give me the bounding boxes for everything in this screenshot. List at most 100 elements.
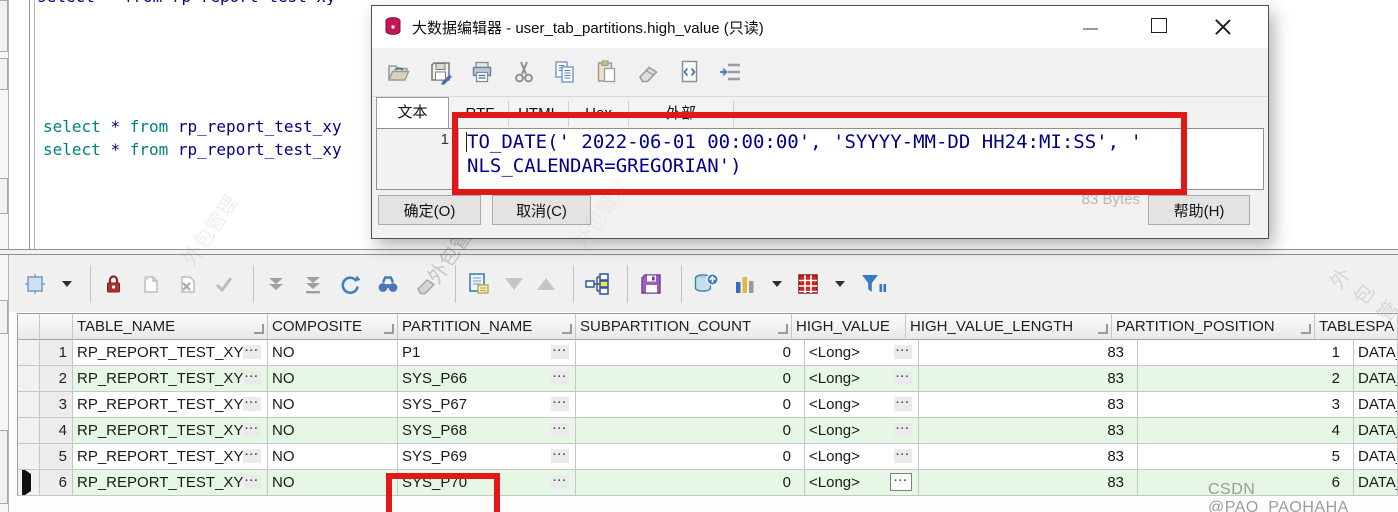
ellipsis-button[interactable] <box>894 423 912 437</box>
minimize-button[interactable] <box>1072 6 1112 44</box>
cell-partition-position[interactable]: 5 <box>1138 444 1354 470</box>
ellipsis-button[interactable] <box>894 449 912 463</box>
cell-high-value[interactable]: <Long> <box>805 444 919 470</box>
column-header-tablespace[interactable]: TABLESPA <box>1315 314 1398 340</box>
xml-icon[interactable] <box>678 59 702 85</box>
insert-record-icon[interactable] <box>138 272 162 296</box>
column-header-high-value-length[interactable]: HIGH_VALUE_LENGTH <box>906 314 1112 340</box>
column-header-table-name[interactable]: TABLE_NAME <box>73 314 268 340</box>
grid-select-icon[interactable] <box>23 272 47 296</box>
ellipsis-button[interactable] <box>551 345 569 359</box>
cell-tablespace[interactable]: DATA_RE <box>1354 392 1398 418</box>
ellipsis-button[interactable] <box>551 423 569 437</box>
paste-icon[interactable] <box>594 59 620 85</box>
row-marker-cell[interactable] <box>18 392 40 418</box>
cell-composite[interactable]: NO <box>268 366 398 392</box>
print-icon[interactable] <box>470 60 496 84</box>
cell-high-value[interactable]: <Long> <box>805 470 919 496</box>
last-page-icon[interactable] <box>301 272 325 296</box>
sql-line[interactable]: select * from rp_report_test_xy <box>43 117 342 136</box>
cell-subpartition-count[interactable]: 0 <box>576 340 805 366</box>
cell-partition-position[interactable]: 6 <box>1138 470 1354 496</box>
cancel-button[interactable]: 取消(C) <box>492 195 591 225</box>
cell-composite[interactable]: NO <box>268 418 398 444</box>
ok-button[interactable]: 确定(O) <box>378 195 481 225</box>
ellipsis-button[interactable] <box>243 423 261 437</box>
cell-partition-name[interactable]: SYS_P68 <box>398 418 576 444</box>
cell-composite[interactable]: NO <box>268 340 398 366</box>
cell-table-name[interactable]: RP_REPORT_TEST_XY <box>73 340 268 366</box>
report-icon[interactable] <box>466 271 492 297</box>
cut-icon[interactable] <box>512 59 536 85</box>
row-marker-cell[interactable] <box>18 366 40 392</box>
cell-table-name[interactable]: RP_REPORT_TEST_XY <box>73 366 268 392</box>
cell-tablespace[interactable]: DATA_RE <box>1354 470 1398 496</box>
column-header-subpartition-count[interactable]: SUBPARTITION_COUNT <box>576 314 792 340</box>
help-button[interactable]: 帮助(H) <box>1148 195 1250 225</box>
column-grip-icon[interactable] <box>778 324 788 334</box>
next-set-icon[interactable] <box>537 278 555 290</box>
export-db-icon[interactable] <box>692 271 720 297</box>
ellipsis-button[interactable] <box>243 397 261 411</box>
open-icon[interactable] <box>386 60 412 84</box>
cell-tablespace[interactable]: DATA_RE <box>1354 444 1398 470</box>
dialog-title-bar[interactable]: 大数据编辑器 - user_tab_partitions.high_value … <box>372 6 1268 48</box>
cell-high-value[interactable]: <Long> <box>805 366 919 392</box>
column-header-partition-name[interactable]: PARTITION_NAME <box>398 314 576 340</box>
ellipsis-button[interactable] <box>243 475 261 489</box>
cell-high-value[interactable]: <Long> <box>805 418 919 444</box>
row-number-cell[interactable]: 6 <box>40 470 73 496</box>
cell-subpartition-count[interactable]: 0 <box>576 470 805 496</box>
column-header-composite[interactable]: COMPOSITE <box>268 314 398 340</box>
row-marker-cell[interactable] <box>18 470 40 496</box>
ellipsis-button[interactable] <box>894 345 912 359</box>
close-button[interactable] <box>1210 6 1250 44</box>
column-header-partition-position[interactable]: PARTITION_POSITION <box>1112 314 1315 340</box>
find-icon[interactable] <box>375 272 401 296</box>
ellipsis-button[interactable] <box>551 371 569 385</box>
matrix-icon[interactable] <box>796 272 820 296</box>
cell-partition-position[interactable]: 1 <box>1138 340 1354 366</box>
ellipsis-button[interactable] <box>894 371 912 385</box>
cell-partition-name[interactable]: SYS_P66 <box>398 366 576 392</box>
save-grid-icon[interactable] <box>638 271 664 297</box>
maximize-button[interactable] <box>1140 6 1180 44</box>
cell-high-value-length[interactable]: 83 <box>919 340 1138 366</box>
erase-icon[interactable] <box>636 60 662 84</box>
ellipsis-button[interactable] <box>894 397 912 411</box>
ellipsis-button[interactable] <box>243 449 261 463</box>
cell-table-name[interactable]: RP_REPORT_TEST_XY <box>73 392 268 418</box>
tree-view-icon[interactable] <box>584 271 610 297</box>
ellipsis-button[interactable] <box>890 473 912 491</box>
chart-icon[interactable] <box>733 272 757 296</box>
filter-icon[interactable] <box>859 271 887 297</box>
cell-partition-name[interactable]: P1 <box>398 340 576 366</box>
cell-table-name[interactable]: RP_REPORT_TEST_XY <box>73 470 268 496</box>
dropdown-icon[interactable] <box>772 281 782 287</box>
goto-line-icon[interactable] <box>718 60 744 84</box>
cell-high-value-length[interactable]: 83 <box>919 418 1138 444</box>
cell-tablespace[interactable]: DATA_RE <box>1354 340 1398 366</box>
sql-line[interactable]: select * from rp_report_test_xy <box>43 140 342 159</box>
row-number-cell[interactable]: 1 <box>40 340 73 366</box>
cell-partition-position[interactable]: 2 <box>1138 366 1354 392</box>
ellipsis-button[interactable] <box>243 371 261 385</box>
dropdown-icon[interactable] <box>835 281 845 287</box>
cell-tablespace[interactable]: DATA_RE <box>1354 366 1398 392</box>
cell-table-name[interactable]: RP_REPORT_TEST_XY <box>73 444 268 470</box>
cell-high-value-length[interactable]: 83 <box>919 470 1138 496</box>
column-grip-icon[interactable] <box>254 324 264 334</box>
lock-icon[interactable] <box>101 272 125 296</box>
cell-partition-name[interactable]: SYS_P67 <box>398 392 576 418</box>
cell-composite[interactable]: NO <box>268 392 398 418</box>
cell-subpartition-count[interactable]: 0 <box>576 418 805 444</box>
row-number-cell[interactable]: 4 <box>40 418 73 444</box>
cell-composite[interactable]: NO <box>268 444 398 470</box>
cell-partition-position[interactable]: 4 <box>1138 418 1354 444</box>
cell-high-value[interactable]: <Long> <box>805 392 919 418</box>
cell-subpartition-count[interactable]: 0 <box>576 444 805 470</box>
column-grip-icon[interactable] <box>562 324 572 334</box>
row-number-cell[interactable]: 5 <box>40 444 73 470</box>
row-number-cell[interactable]: 2 <box>40 366 73 392</box>
column-header-high-value[interactable]: HIGH_VALUE <box>792 314 906 340</box>
